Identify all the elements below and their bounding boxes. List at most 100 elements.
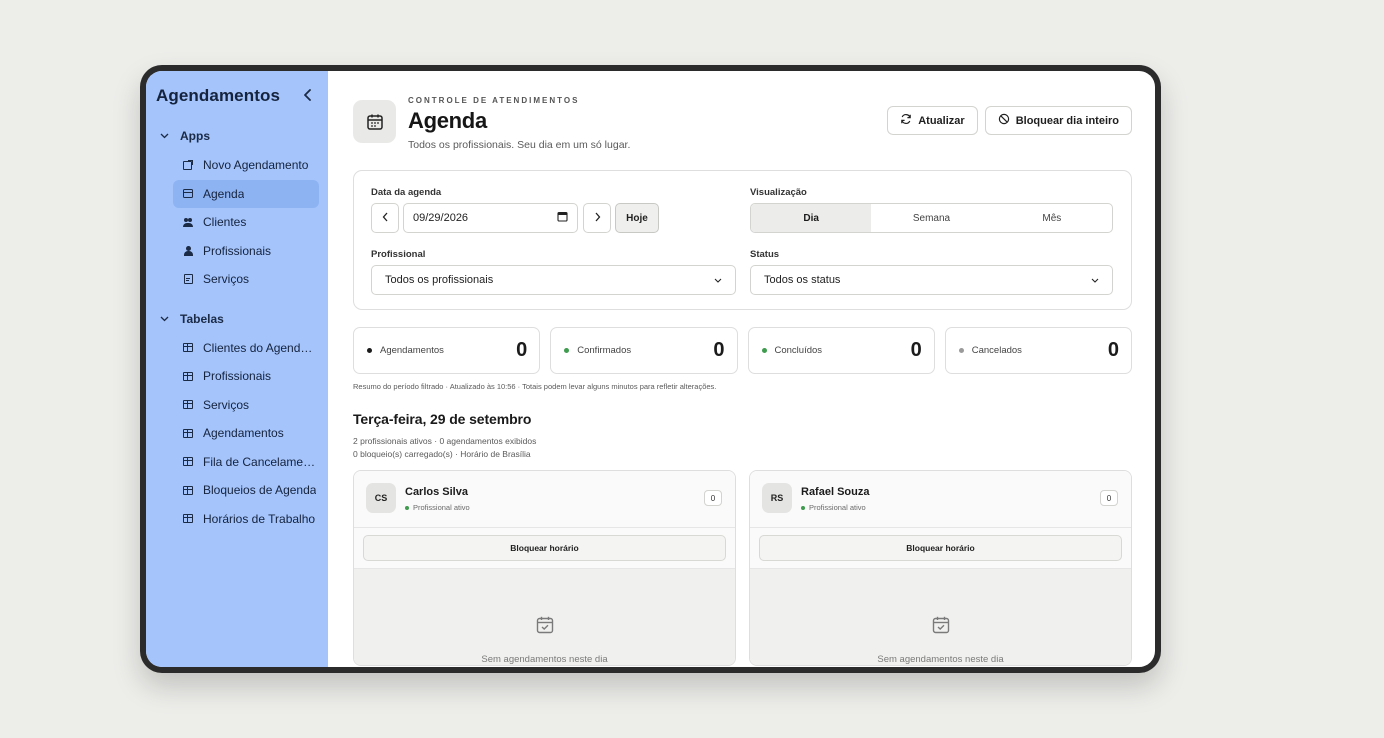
next-day-button[interactable] bbox=[583, 203, 611, 233]
stat-label: Concluídos bbox=[774, 345, 823, 356]
professional-name: Carlos Silva bbox=[405, 486, 468, 498]
calendar-check-icon bbox=[931, 615, 951, 640]
calendar-icon bbox=[183, 189, 193, 199]
professional-label: Profissional bbox=[371, 249, 426, 260]
refresh-button[interactable]: Atualizar bbox=[887, 106, 978, 135]
professional-cards: CS Carlos Silva Profissional ativo 0 Blo… bbox=[353, 470, 1132, 666]
header-text: CONTROLE DE ATENDIMENTOS Agenda Todos os… bbox=[408, 94, 630, 151]
prev-day-button[interactable] bbox=[371, 203, 399, 233]
avatar: RS bbox=[762, 483, 792, 513]
block-day-label: Bloquear dia inteiro bbox=[1015, 114, 1119, 127]
sidebar-item-clientes[interactable]: Clientes bbox=[173, 208, 319, 237]
sidebar-apps-group: Novo Agendamento Agenda Clientes Profiss… bbox=[155, 151, 319, 294]
table-icon bbox=[183, 514, 193, 524]
stat-label: Cancelados bbox=[971, 345, 1022, 356]
status-dot bbox=[761, 348, 767, 353]
table-icon bbox=[183, 457, 193, 467]
date-input[interactable]: 09/29/2026 bbox=[403, 203, 578, 233]
sidebar-item-agenda[interactable]: Agenda bbox=[173, 179, 319, 208]
sidebar-item-label: Horários de Trabalho bbox=[203, 511, 316, 526]
day-title: Terça-feira, 29 de setembro bbox=[353, 411, 532, 427]
page-header: CONTROLE DE ATENDIMENTOS Agenda Todos os… bbox=[353, 94, 1132, 160]
sidebar-section-tabelas[interactable]: Tabelas bbox=[155, 308, 319, 330]
status-dot bbox=[367, 348, 372, 353]
chevron-down-icon bbox=[1091, 275, 1099, 286]
today-button[interactable]: Hoje bbox=[615, 203, 659, 233]
day-meta-line: 2 profissionais ativos · 0 agendamentos … bbox=[353, 436, 537, 446]
sidebar-item-table-agendamentos[interactable]: Agendamentos bbox=[173, 419, 319, 448]
collapse-sidebar-icon[interactable] bbox=[299, 88, 317, 105]
calendar-picker-icon[interactable] bbox=[557, 211, 568, 225]
chevron-down-icon bbox=[160, 131, 172, 141]
sidebar: Agendamentos Apps Novo Agendamento Agend… bbox=[146, 71, 328, 667]
filters-panel: Data da agenda 09/29/2026 Hoje Visualiza… bbox=[353, 170, 1132, 310]
empty-state: Sem agendamentos neste dia bbox=[750, 569, 1131, 665]
sidebar-item-label: Agendamentos bbox=[203, 426, 284, 441]
chevron-down-icon bbox=[714, 275, 722, 286]
date-label: Data da agenda bbox=[371, 187, 442, 198]
summary-note: Resumo do período filtrado · Atualizado … bbox=[353, 382, 717, 391]
sidebar-item-label: Profissionais bbox=[203, 369, 272, 384]
header-actions: Atualizar Bloquear dia inteiro bbox=[887, 106, 1132, 135]
view-month-option[interactable]: Mês bbox=[992, 204, 1112, 232]
list-icon bbox=[183, 274, 193, 285]
table-icon bbox=[183, 400, 193, 410]
sidebar-item-label: Agenda bbox=[203, 186, 245, 201]
block-time-button[interactable]: Bloquear horário bbox=[759, 535, 1122, 561]
professional-name: Rafael Souza bbox=[801, 486, 870, 498]
sidebar-item-label: Profissionais bbox=[203, 243, 272, 258]
sidebar-item-label: Serviços bbox=[203, 272, 250, 287]
chevron-left-icon bbox=[382, 212, 389, 225]
sidebar-title: Agendamentos bbox=[156, 86, 280, 105]
stat-card-concluidos: Concluídos 0 bbox=[747, 327, 935, 374]
professional-card: CS Carlos Silva Profissional ativo 0 Blo… bbox=[353, 470, 736, 666]
status-dot bbox=[564, 348, 570, 353]
status-dot bbox=[405, 505, 409, 510]
sidebar-item-table-profissionais[interactable]: Profissionais bbox=[173, 362, 319, 391]
professional-select[interactable]: Todos os profissionais bbox=[371, 265, 736, 295]
status-label: Status bbox=[750, 249, 780, 260]
sidebar-item-table-bloqueios[interactable]: Bloqueios de Agenda bbox=[173, 476, 319, 505]
sidebar-item-label: Clientes bbox=[203, 215, 247, 230]
page-kicker: CONTROLE DE ATENDIMENTOS bbox=[408, 96, 580, 105]
sidebar-section-apps[interactable]: Apps bbox=[155, 125, 319, 147]
sidebar-item-table-fila-cancelamentos[interactable]: Fila de Cancelamentos bbox=[173, 448, 319, 477]
sidebar-item-label: Serviços bbox=[203, 397, 250, 412]
table-icon bbox=[183, 428, 193, 438]
status-value: Todos os status bbox=[764, 274, 841, 286]
professional-status: Profissional ativo bbox=[413, 503, 470, 512]
stat-label: Agendamentos bbox=[380, 345, 444, 356]
sidebar-item-novo-agendamento[interactable]: Novo Agendamento bbox=[173, 151, 319, 180]
sidebar-item-table-servicos[interactable]: Serviços bbox=[173, 391, 319, 420]
main-content: CONTROLE DE ATENDIMENTOS Agenda Todos os… bbox=[328, 71, 1155, 667]
view-day-option[interactable]: Dia bbox=[751, 204, 872, 232]
status-select[interactable]: Todos os status bbox=[750, 265, 1113, 295]
table-icon bbox=[183, 485, 193, 495]
sidebar-item-table-horarios[interactable]: Horários de Trabalho bbox=[173, 505, 319, 534]
block-day-button[interactable]: Bloquear dia inteiro bbox=[984, 106, 1132, 135]
users-icon bbox=[183, 217, 193, 227]
chevron-down-icon bbox=[160, 314, 172, 324]
sidebar-item-servicos[interactable]: Serviços bbox=[173, 265, 319, 294]
sidebar-section-label: Apps bbox=[180, 129, 210, 143]
table-icon bbox=[183, 371, 193, 381]
stats-row: Agendamentos 0 Confirmados 0 Concluídos … bbox=[353, 327, 1132, 374]
calendar-icon bbox=[353, 100, 396, 143]
sidebar-item-table-clientes[interactable]: Clientes do Agendamento bbox=[173, 334, 319, 363]
sidebar-item-profissionais[interactable]: Profissionais bbox=[173, 237, 319, 266]
count-badge: 0 bbox=[1100, 490, 1118, 506]
view-week-option[interactable]: Semana bbox=[871, 204, 991, 232]
sidebar-item-label: Clientes do Agendamento bbox=[203, 340, 319, 355]
block-time-button[interactable]: Bloquear horário bbox=[363, 535, 726, 561]
stat-card-confirmados: Confirmados 0 bbox=[550, 327, 738, 374]
stat-card-cancelados: Cancelados 0 bbox=[944, 327, 1132, 374]
view-toggle: Dia Semana Mês bbox=[750, 203, 1113, 233]
empty-text: Sem agendamentos neste dia bbox=[877, 654, 1004, 665]
user-icon bbox=[183, 245, 193, 256]
stat-value: 0 bbox=[713, 339, 725, 361]
sidebar-item-label: Fila de Cancelamentos bbox=[203, 454, 319, 469]
refresh-icon bbox=[900, 113, 912, 128]
device-frame: Agendamentos Apps Novo Agendamento Agend… bbox=[140, 65, 1161, 673]
professional-status: Profissional ativo bbox=[809, 503, 866, 512]
refresh-label: Atualizar bbox=[918, 114, 965, 127]
